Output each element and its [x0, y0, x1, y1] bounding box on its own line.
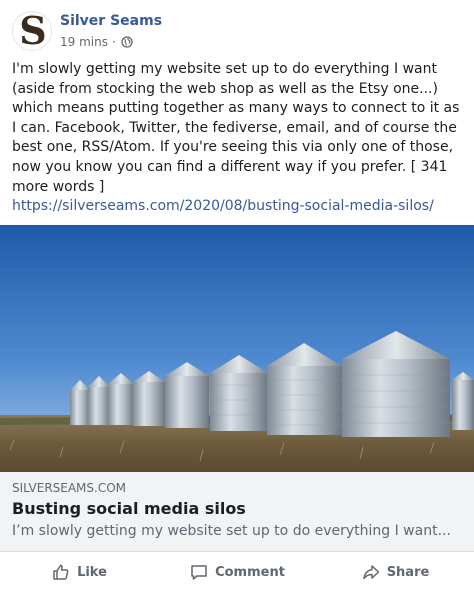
- globe-icon[interactable]: [121, 36, 133, 48]
- action-bar: Like Comment Share: [0, 552, 474, 592]
- post-header: S Silver Seams 19 mins ·: [0, 0, 474, 58]
- avatar[interactable]: S: [12, 11, 52, 51]
- meta-separator: ·: [111, 35, 116, 49]
- post-text: I'm slowly getting my website set up to …: [12, 61, 460, 195]
- avatar-logo: S: [19, 11, 47, 51]
- post-time[interactable]: 19 mins: [60, 35, 108, 49]
- comment-button[interactable]: Comment: [158, 552, 316, 592]
- like-button[interactable]: Like: [0, 552, 158, 592]
- comment-icon: [191, 565, 207, 580]
- grain-silos-photo: [0, 225, 474, 472]
- link-title[interactable]: Busting social media silos: [12, 499, 246, 518]
- thumbs-up-icon: [53, 564, 69, 580]
- post-body: I'm slowly getting my website set up to …: [12, 60, 464, 217]
- share-label: Share: [386, 564, 430, 580]
- link-preview-image[interactable]: [0, 225, 474, 472]
- link-preview-card[interactable]: SILVERSEAMS.COM Busting social media sil…: [0, 472, 474, 552]
- post-link[interactable]: https://silverseams.com/2020/08/busting-…: [12, 197, 464, 217]
- post-meta: 19 mins ·: [60, 35, 133, 49]
- share-icon: [362, 565, 379, 580]
- link-description: I’m slowly getting my website set up to …: [12, 523, 451, 539]
- share-button[interactable]: Share: [316, 552, 474, 592]
- comment-label: Comment: [215, 564, 285, 580]
- link-domain: SILVERSEAMS.COM: [12, 481, 127, 495]
- like-label: Like: [77, 564, 107, 580]
- page-name[interactable]: Silver Seams: [60, 13, 162, 29]
